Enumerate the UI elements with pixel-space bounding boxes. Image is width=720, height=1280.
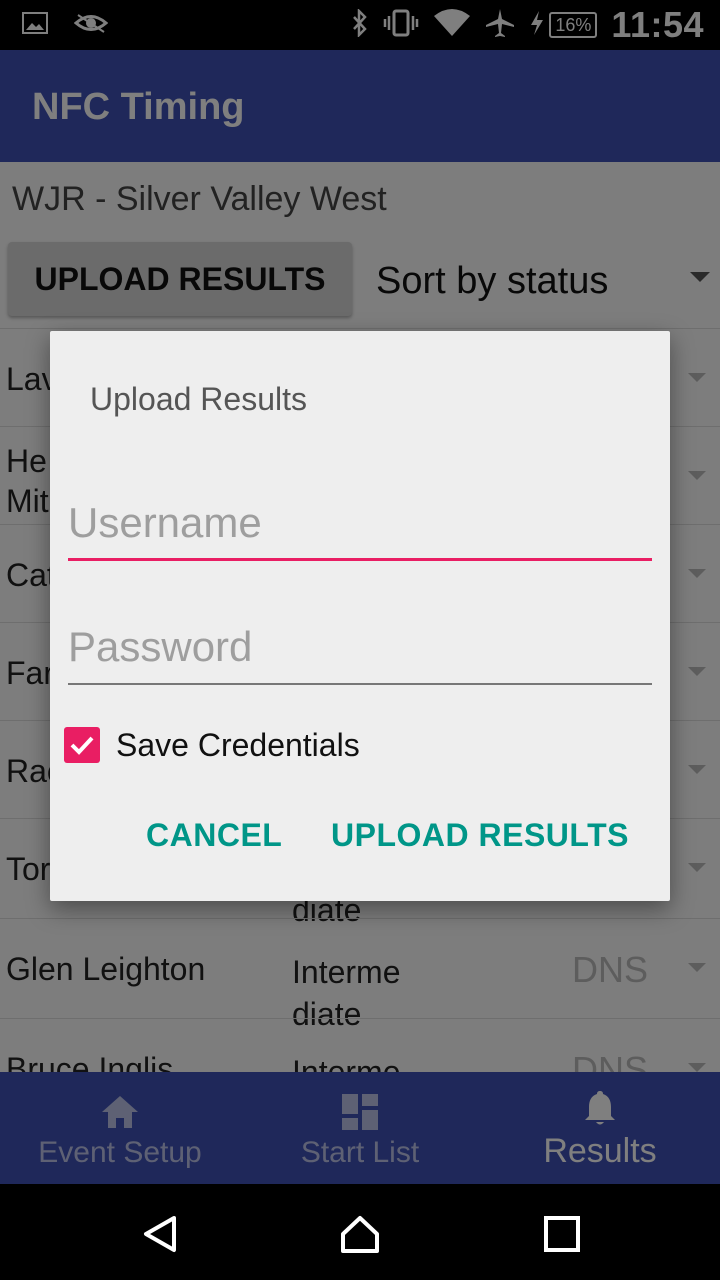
recents-icon[interactable] <box>542 1214 582 1254</box>
save-credentials-row[interactable]: Save Credentials <box>64 725 360 765</box>
cancel-button[interactable]: CANCEL <box>146 817 282 854</box>
dialog-title: Upload Results <box>90 381 307 417</box>
save-credentials-checkbox[interactable] <box>64 727 100 763</box>
password-input[interactable] <box>68 617 652 677</box>
username-underline <box>68 558 652 561</box>
password-underline <box>68 683 652 685</box>
username-input[interactable] <box>68 493 652 553</box>
system-navigation-bar <box>0 1184 720 1280</box>
back-icon[interactable] <box>140 1214 180 1254</box>
save-credentials-label: Save Credentials <box>116 726 360 763</box>
confirm-upload-button[interactable]: UPLOAD RESULTS <box>331 817 629 854</box>
checkmark-icon <box>70 736 94 755</box>
upload-results-dialog: Upload Results Save Credentials CANCEL U… <box>50 331 670 901</box>
home-button-icon[interactable] <box>340 1214 380 1254</box>
username-field[interactable] <box>68 493 652 561</box>
password-field[interactable] <box>68 617 652 685</box>
